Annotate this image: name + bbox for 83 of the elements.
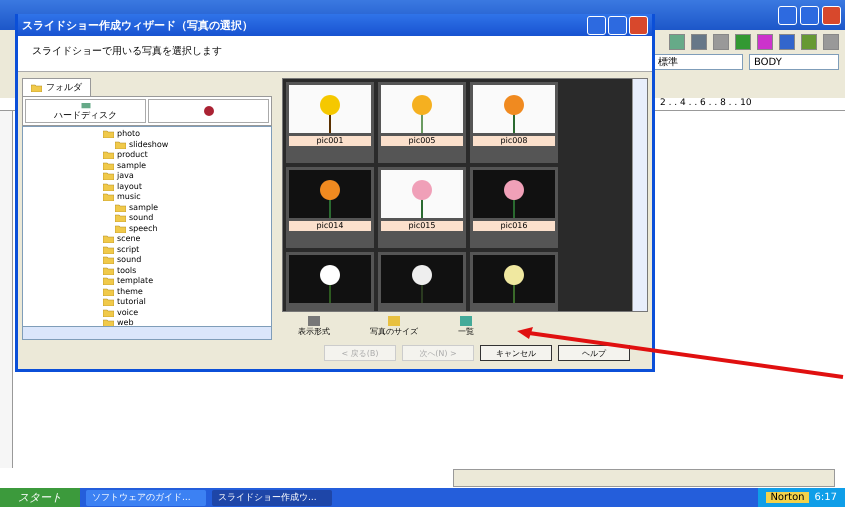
view-option[interactable]: 表示形式: [298, 316, 330, 337]
photo-thumbnail[interactable]: pic016: [470, 167, 558, 248]
taskbar-button[interactable]: ソフトウェアのガイド...: [86, 490, 206, 506]
photo-thumbnail[interactable]: pic001: [286, 82, 374, 163]
folder-icon: [103, 182, 114, 191]
folder-tree-item[interactable]: java: [103, 171, 271, 182]
folder-icon: [103, 298, 114, 306]
folder-tree-item[interactable]: layout: [103, 182, 271, 192]
close-button[interactable]: [822, 6, 841, 24]
folder-tree-item[interactable]: tools: [103, 266, 271, 276]
style-combo[interactable]: 標準: [653, 54, 743, 70]
source-button[interactable]: ハードディスク: [25, 99, 146, 123]
horizontal-scrollbar[interactable]: [22, 327, 272, 340]
folder-icon: [103, 151, 114, 160]
maximize-button[interactable]: [608, 16, 627, 34]
folder-tree-item[interactable]: sample: [103, 160, 271, 171]
folder-tree-item[interactable]: web: [103, 318, 271, 326]
folder-icon: [115, 214, 126, 222]
view-option[interactable]: 一覧: [458, 316, 474, 337]
folder-tree-item[interactable]: product: [103, 150, 271, 160]
list-icon: [460, 316, 472, 326]
clock: 6:17: [814, 492, 837, 503]
minimize-button[interactable]: [587, 16, 606, 34]
source-button[interactable]: [148, 99, 269, 123]
dialog-title: スライドショー作成ウィザード（写真の選択）: [22, 18, 253, 32]
instruction-text: スライドショーで用いる写真を選択します: [18, 36, 652, 72]
wizard-button[interactable]: ヘルプ: [558, 345, 630, 361]
folder-icon: [103, 266, 114, 275]
folder-tree-item[interactable]: sound: [103, 255, 271, 266]
folder-tab[interactable]: フォルダ: [22, 78, 91, 96]
folder-icon: [103, 277, 114, 286]
folder-icon: [115, 204, 126, 212]
tag-combo[interactable]: BODY: [749, 54, 839, 70]
folder-tree-item[interactable]: music: [103, 192, 271, 202]
taskbar-button[interactable]: スライドショー作成ウ...: [212, 490, 332, 506]
maximize-button[interactable]: [800, 6, 819, 24]
folder-tree-item[interactable]: template: [103, 276, 271, 286]
folder-tree-item[interactable]: tutorial: [103, 297, 271, 308]
photo-caption: pic016: [473, 221, 555, 231]
folder-icon: [103, 246, 114, 254]
folder-icon: [103, 288, 114, 296]
grid-icon: [308, 316, 320, 326]
photo-caption: pic014: [289, 221, 371, 231]
folder-icon: [103, 256, 114, 264]
photo-thumbnail[interactable]: [378, 252, 466, 311]
photo-thumbnail[interactable]: [286, 252, 374, 311]
folder-tree-item[interactable]: speech: [115, 224, 271, 234]
wizard-button[interactable]: キャンセル: [480, 345, 552, 361]
folder-icon: [103, 308, 114, 317]
folder-icon: [103, 162, 114, 170]
folder-tree-item[interactable]: sample: [115, 202, 271, 213]
picture-icon: [388, 316, 400, 326]
folder-tree-item[interactable]: theme: [103, 286, 271, 297]
folder-tree-item[interactable]: photo: [103, 129, 271, 140]
photo-thumbnail[interactable]: pic014: [286, 167, 374, 248]
vertical-scrollbar[interactable]: [632, 79, 647, 311]
photo-thumbnail[interactable]: pic015: [378, 167, 466, 248]
photo-caption: pic005: [381, 136, 463, 146]
folder-icon: [115, 140, 126, 149]
photo-thumbnail[interactable]: [470, 252, 558, 311]
folder-icon: [103, 172, 114, 180]
norton-label[interactable]: Norton: [766, 492, 809, 503]
photo-thumbnail[interactable]: pic008: [470, 82, 558, 163]
folder-tree-item[interactable]: sound: [115, 213, 271, 224]
folder-tree-item[interactable]: slideshow: [115, 140, 271, 150]
folder-icon: [115, 224, 126, 233]
folder-tree-item[interactable]: script: [103, 244, 271, 255]
folder-icon: [31, 84, 42, 92]
photo-caption: pic015: [381, 221, 463, 231]
minimize-button[interactable]: [778, 6, 797, 24]
photo-caption: pic001: [289, 136, 371, 146]
close-button[interactable]: [629, 16, 648, 34]
photo-thumbnail[interactable]: pic005: [378, 82, 466, 163]
start-button[interactable]: スタート: [0, 488, 80, 507]
photo-caption: pic008: [473, 136, 555, 146]
view-option[interactable]: 写真のサイズ: [370, 316, 418, 337]
folder-tree-item[interactable]: voice: [103, 308, 271, 318]
folder-tree-item[interactable]: scene: [103, 234, 271, 244]
folder-icon: [103, 235, 114, 244]
folder-icon: [103, 193, 114, 202]
folder-icon: [103, 130, 114, 138]
flower-icon: [202, 105, 216, 117]
drive-icon: [78, 100, 92, 109]
